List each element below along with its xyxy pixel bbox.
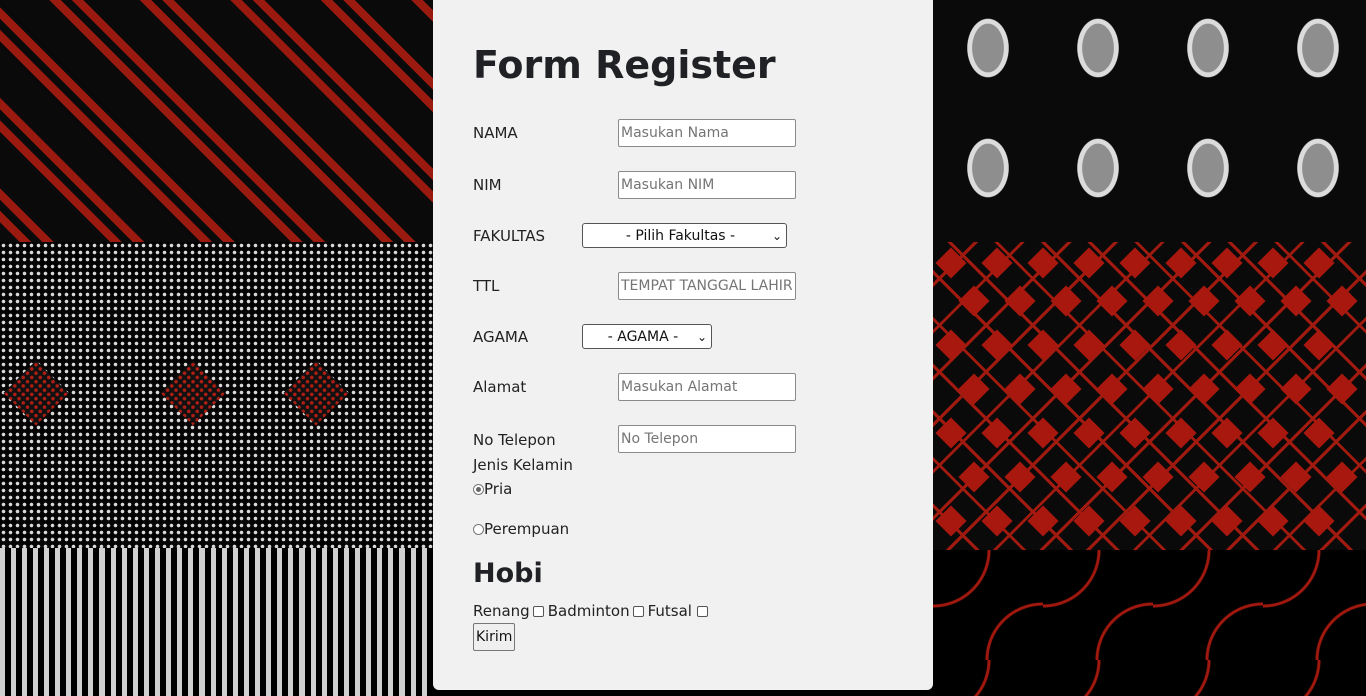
fakultas-selected-value: - Pilih Fakultas -	[625, 227, 736, 244]
telepon-label: No Telepon	[473, 431, 556, 449]
alamat-input[interactable]	[618, 373, 796, 401]
chevron-down-icon: ⌄	[771, 228, 782, 243]
ttl-row: TTL	[473, 272, 803, 300]
form-title: Form Register	[473, 43, 776, 87]
batik-background-bottom-right	[933, 550, 1366, 696]
alamat-label: Alamat	[473, 378, 527, 396]
hobi-futsal-label: Futsal	[647, 602, 692, 620]
batik-motif	[160, 360, 226, 426]
fakultas-select[interactable]: - Pilih Fakultas - ⌄	[582, 223, 787, 248]
nim-row: NIM	[473, 171, 803, 199]
register-form-card: Form Register NAMA NIM FAKULTAS - Pilih …	[433, 0, 933, 690]
nama-input[interactable]	[618, 119, 796, 147]
fakultas-row: FAKULTAS - Pilih Fakultas - ⌄	[473, 223, 833, 248]
radio-perempuan[interactable]	[473, 523, 484, 535]
agama-selected-value: - AGAMA -	[607, 328, 679, 345]
ttl-input[interactable]	[618, 272, 796, 300]
agama-label: AGAMA	[473, 327, 529, 346]
gender-label-row: Jenis Kelamin	[473, 456, 573, 474]
fakultas-label: FAKULTAS	[473, 226, 545, 245]
hobi-renang-label: Renang	[473, 602, 530, 620]
chevron-down-icon: ⌄	[696, 329, 707, 344]
batik-background-top-left	[0, 0, 433, 242]
gender-option-pria[interactable]: Pria	[473, 480, 512, 498]
batik-motif	[3, 360, 69, 426]
gender-option-perempuan[interactable]: Perempuan	[473, 520, 569, 538]
telepon-input[interactable]	[618, 425, 796, 453]
radio-pria-label: Pria	[484, 480, 513, 498]
agama-select[interactable]: - AGAMA - ⌄	[582, 324, 712, 349]
batik-background-middle-left	[0, 242, 433, 548]
hobi-heading: Hobi	[473, 558, 543, 589]
radio-pria[interactable]	[473, 483, 484, 495]
hobi-renang-checkbox[interactable]	[532, 605, 544, 617]
nim-label: NIM	[473, 176, 502, 194]
batik-background-bottom-left	[0, 548, 433, 696]
nim-input[interactable]	[618, 171, 796, 199]
batik-background-middle-right	[933, 242, 1366, 550]
telepon-row: No Telepon	[473, 425, 803, 453]
agama-row: AGAMA - AGAMA - ⌄	[473, 324, 753, 349]
alamat-row: Alamat	[473, 373, 803, 401]
radio-perempuan-label: Perempuan	[484, 520, 570, 538]
gender-label: Jenis Kelamin	[473, 456, 573, 474]
hobi-badminton-checkbox[interactable]	[632, 605, 644, 617]
hobi-badminton-label: Badminton	[547, 602, 630, 620]
batik-background-top-right	[933, 0, 1366, 242]
nama-label: NAMA	[473, 124, 518, 142]
ttl-label: TTL	[473, 277, 500, 295]
batik-motif	[283, 360, 349, 426]
hobi-futsal-checkbox[interactable]	[696, 605, 708, 617]
hobi-options: Renang Badminton Futsal	[473, 602, 708, 620]
kirim-button[interactable]: Kirim	[473, 623, 516, 651]
nama-row: NAMA	[473, 119, 803, 147]
